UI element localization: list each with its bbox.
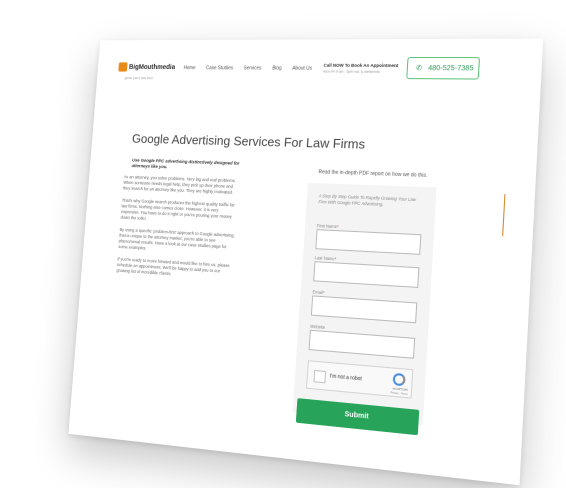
recaptcha-label: I'm not a robot: [329, 373, 362, 383]
page-title: Google Advertising Services For Law Firm…: [131, 131, 366, 152]
first-name-label: First Name*: [317, 223, 339, 229]
appointment-hours: Mon-Fri 9 am - 5pm est. & weekends: [323, 69, 380, 74]
site-header: BigMouthmedia grow your law firm Home Ca…: [96, 38, 544, 102]
logo-mark-icon: [118, 62, 128, 72]
phone-button[interactable]: ✆ 480-525-7385: [406, 57, 481, 80]
webpage-mockup: BigMouthmedia grow your law firm Home Ca…: [68, 38, 544, 486]
nav-item-blog[interactable]: Blog: [272, 66, 282, 72]
logo-tagline: grow your law firm: [124, 75, 154, 81]
appointment-label: Call NOW To Book An Appointment: [323, 62, 399, 69]
nav-item-case-studies[interactable]: Case Studies: [206, 65, 234, 71]
recaptcha-terms[interactable]: Privacy - Terms: [390, 391, 407, 396]
last-name-field[interactable]: [313, 261, 420, 288]
site-logo[interactable]: BigMouthmedia: [118, 62, 175, 72]
intro-column: Use Google PPC advertising distinctively…: [116, 157, 243, 288]
logo-brand-text: BigMouthmedia: [128, 64, 176, 71]
form-intro: A Step By Step Guide To Rapidly Growing …: [318, 193, 417, 207]
phone-number: 480-525-7385: [427, 65, 474, 73]
nav-item-services[interactable]: Services: [243, 66, 261, 72]
website-field[interactable]: [308, 329, 416, 359]
nav-item-home[interactable]: Home: [183, 65, 195, 71]
body-paragraph: By using a specific 'problem-first' appr…: [118, 227, 235, 251]
email-field[interactable]: [310, 295, 418, 324]
lead-form: A Step By Step Guide To Rapidly Growing …: [292, 182, 437, 436]
main-nav: Home Case Studies Services Blog About Us: [183, 65, 321, 71]
body-paragraph: That's why Google search produces the hi…: [120, 197, 235, 221]
body-paragraph: As an attorney, you solve problems. Very…: [122, 174, 236, 195]
required-marker: *: [334, 256, 337, 262]
submit-button[interactable]: Submit: [295, 398, 420, 436]
required-marker: *: [336, 224, 339, 230]
body-paragraph: If you're ready to move forward and woul…: [116, 256, 230, 277]
email-label: Email*: [312, 289, 324, 295]
screenshot-stage: BigMouthmedia grow your law firm Home Ca…: [0, 0, 566, 488]
required-marker: *: [322, 290, 325, 296]
lead-text: Use Google PPC advertising distinctively…: [131, 157, 240, 170]
report-heading: Read the in-depth PDF report on how we d…: [318, 169, 428, 179]
phone-icon: ✆: [415, 65, 423, 73]
recaptcha-widget: I'm not a robot reCAPTCHA Privacy - Term…: [306, 360, 414, 399]
nav-item-about-us[interactable]: About Us: [292, 66, 312, 72]
recaptcha-icon: [392, 372, 406, 387]
recaptcha-checkbox[interactable]: [313, 369, 327, 384]
first-name-label-text: First Name: [316, 223, 338, 230]
side-divider: [502, 194, 506, 237]
first-name-field[interactable]: [315, 229, 422, 255]
